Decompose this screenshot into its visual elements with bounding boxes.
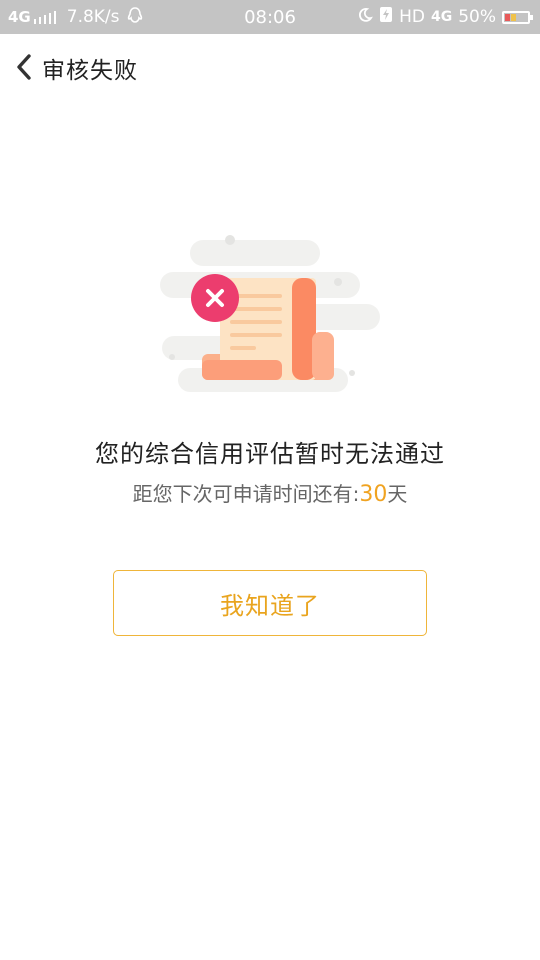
status-bar: 4G 7.8K/s 08:06 HD 4G 50% xyxy=(0,0,540,34)
failed-document-illustration xyxy=(150,232,390,402)
chevron-left-icon[interactable] xyxy=(14,54,36,80)
battery-icon xyxy=(502,10,533,24)
net-type-label: 4G xyxy=(430,9,453,25)
confirm-button[interactable]: 我知道了 xyxy=(113,570,427,636)
hd-label: HD xyxy=(399,7,425,27)
header: 审核失败 xyxy=(0,34,540,100)
reapply-message: 距您下次可申请时间还有:30天 xyxy=(0,478,540,507)
reapply-days: 30 xyxy=(359,482,388,507)
moon-icon xyxy=(357,7,373,28)
page-title: 审核失败 xyxy=(42,58,138,84)
charging-icon xyxy=(379,6,393,28)
result-message: 您的综合信用评估暂时无法通过 xyxy=(95,440,445,468)
battery-label: 50% xyxy=(458,7,496,27)
reapply-suffix: 天 xyxy=(387,482,408,506)
status-right: HD 4G 50% xyxy=(351,0,533,34)
reapply-prefix: 距您下次可申请时间还有: xyxy=(132,482,360,506)
